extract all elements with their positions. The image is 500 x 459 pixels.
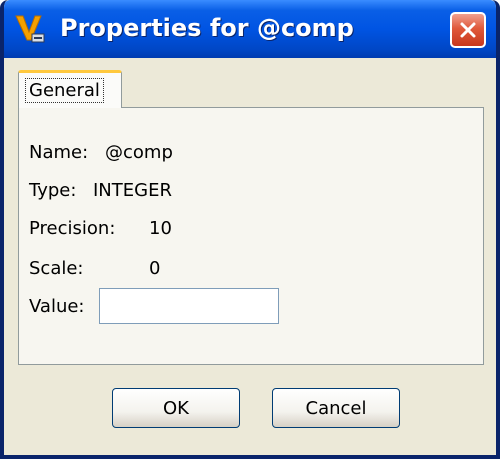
precision-label: Precision: [29, 218, 116, 239]
scale-label: Scale: [29, 258, 84, 279]
scale-value: 0 [149, 258, 161, 279]
cancel-button[interactable]: Cancel [272, 388, 400, 428]
general-panel: Name: @comp Type: INTEGER Precision: 10 … [18, 107, 484, 365]
v-logo-icon [14, 12, 46, 44]
window-title: Properties for @comp [60, 14, 354, 42]
title-bar[interactable]: Properties for @comp [4, 0, 496, 58]
value-input[interactable] [99, 288, 279, 324]
name-label: Name: [29, 142, 89, 163]
properties-dialog: Properties for @comp General Name: @comp… [0, 0, 500, 459]
precision-value: 10 [149, 218, 172, 239]
value-label: Value: [29, 296, 85, 317]
close-icon [460, 22, 476, 38]
close-button[interactable] [450, 12, 486, 48]
tab-general-label: General [25, 78, 104, 103]
type-label: Type: [29, 180, 77, 201]
ok-button[interactable]: OK [112, 388, 240, 428]
tab-general[interactable]: General [18, 70, 122, 108]
type-value: INTEGER [93, 180, 172, 201]
name-value: @comp [105, 142, 173, 163]
